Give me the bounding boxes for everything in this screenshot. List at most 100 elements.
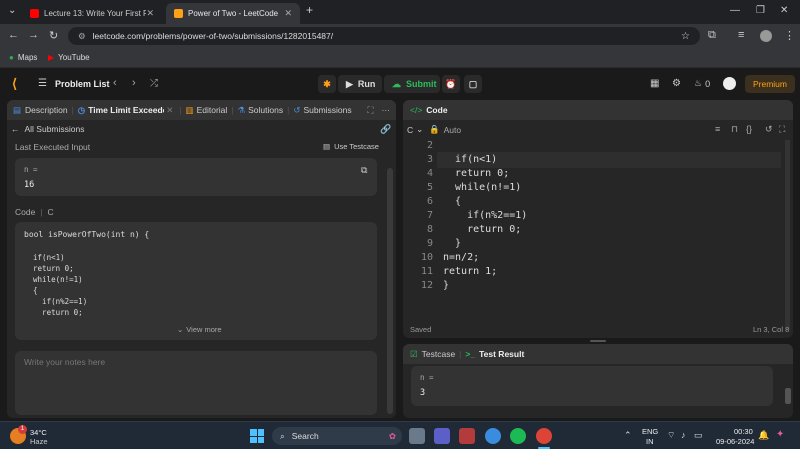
region-indicator: IN: [646, 437, 654, 446]
reload-icon[interactable]: ↻: [49, 29, 58, 42]
notification-bell-icon[interactable]: 🔔: [758, 430, 769, 441]
tab-submissions[interactable]: ↺ Submissions: [293, 105, 351, 116]
browser-tab-strip: ⌄ Lecture 13: Write Your First Pro ✕ Pow…: [0, 0, 800, 24]
input-label: n =: [24, 165, 38, 174]
bookmark-youtube[interactable]: ▶ YouTube: [48, 53, 90, 62]
submit-button[interactable]: ☁ Submit: [384, 75, 440, 93]
teams-icon[interactable]: [434, 428, 450, 444]
close-icon[interactable]: ✕: [284, 8, 292, 19]
chevron-up-icon[interactable]: ⌃: [624, 430, 632, 441]
notes-placeholder: Write your notes here: [24, 357, 106, 367]
close-icon[interactable]: ✕: [146, 8, 154, 19]
premium-button[interactable]: Premium: [745, 75, 795, 93]
language-select[interactable]: C ⌄: [407, 124, 423, 135]
browser-toolbar: ← → ↻ ⚙ leetcode.com/problems/power-of-t…: [0, 24, 800, 48]
back-icon[interactable]: ←: [8, 29, 19, 41]
bookmark-star-icon[interactable]: ☆: [681, 31, 690, 42]
tab-time-limit-exceeded[interactable]: ◷ Time Limit Exceeded: [78, 105, 164, 116]
prev-problem-icon[interactable]: ‹: [113, 77, 117, 89]
app-icon[interactable]: [459, 428, 475, 444]
terminal-icon: >_: [465, 349, 476, 359]
bug-icon: ✱: [323, 78, 331, 89]
left-panel: ▤ Description | ◷ Time Limit Exceeded ✕ …: [7, 100, 396, 418]
panel-resize-handle[interactable]: [590, 340, 606, 342]
copilot-icon[interactable]: ✦: [776, 429, 784, 440]
start-windows-icon[interactable]: [250, 429, 264, 443]
clock-time[interactable]: 00:30: [734, 427, 753, 436]
maps-icon: ●: [9, 53, 14, 62]
site-info-icon[interactable]: ⚙: [78, 31, 86, 42]
reset-icon[interactable]: ↺: [765, 124, 773, 135]
share-link-icon[interactable]: 🔗: [380, 124, 391, 135]
fullscreen-icon[interactable]: ⛶: [779, 124, 785, 135]
run-button[interactable]: ▶ Run: [338, 75, 382, 93]
layout-icon[interactable]: ▦: [650, 78, 659, 89]
volume-icon[interactable]: ♪: [681, 430, 686, 440]
braces-icon[interactable]: {}: [746, 124, 752, 134]
extensions-icon[interactable]: ⧉: [708, 29, 716, 42]
forward-icon[interactable]: →: [28, 29, 39, 41]
problem-list-link[interactable]: Problem List: [55, 79, 110, 89]
bookmark-maps[interactable]: ● Maps: [9, 53, 37, 62]
avatar[interactable]: [723, 77, 736, 90]
copy-icon[interactable]: ⧉: [361, 165, 367, 176]
debug-button[interactable]: ✱: [318, 75, 336, 93]
tab-testcase[interactable]: ☑ Testcase: [410, 349, 455, 360]
code-line: {: [443, 196, 462, 207]
new-tab-icon[interactable]: +: [306, 3, 313, 17]
menu-icon[interactable]: ⋮: [784, 29, 795, 42]
code-brackets-icon: </>: [410, 105, 423, 115]
timer-button[interactable]: ⏰: [442, 75, 460, 93]
auto-mode[interactable]: 🔒 Auto: [429, 124, 461, 135]
tab-editorial[interactable]: ▥ Editorial: [186, 105, 228, 116]
note-icon: ▢: [468, 78, 478, 89]
tab-description[interactable]: ▤ Description: [13, 105, 68, 116]
all-submissions-link[interactable]: ← All Submissions: [11, 124, 85, 134]
settings-gear-icon[interactable]: ⚙: [672, 78, 681, 89]
restore-icon[interactable]: ❐: [756, 5, 765, 16]
streak-counter[interactable]: ♨ 0: [694, 78, 710, 89]
tab-test-result[interactable]: >_ Test Result: [465, 349, 524, 359]
maximize-icon[interactable]: ⛶: [368, 105, 374, 116]
minimize-icon[interactable]: —: [730, 5, 740, 16]
leetcode-logo-icon[interactable]: ⟨: [12, 76, 17, 92]
address-bar[interactable]: ⚙ leetcode.com/problems/power-of-two/sub…: [68, 27, 700, 45]
use-testcase-button[interactable]: ▤ Use Testcase: [323, 142, 379, 151]
task-view-icon[interactable]: [409, 428, 425, 444]
media-icon[interactable]: ≡: [738, 29, 744, 41]
history-icon: ↺: [293, 104, 301, 115]
tab-label: Test Result: [479, 349, 525, 359]
window-close-icon[interactable]: ✕: [780, 5, 788, 16]
chrome-icon[interactable]: [536, 428, 552, 444]
run-label: Run: [357, 79, 376, 89]
app-icon[interactable]: [485, 428, 501, 444]
last-input-heading: Last Executed Input: [15, 142, 91, 152]
view-more-button[interactable]: ⌄ View more: [177, 325, 222, 334]
search-decor-icon: ✿: [388, 430, 396, 441]
shuffle-icon[interactable]: ⤮: [150, 78, 158, 89]
battery-icon[interactable]: ▭: [694, 430, 703, 441]
taskbar-search[interactable]: ⌕ Search ✿: [272, 427, 402, 445]
next-problem-icon[interactable]: ›: [132, 77, 136, 89]
editor-scrollbar[interactable]: [785, 140, 790, 330]
notes-button[interactable]: ▢: [464, 75, 482, 93]
left-scrollbar[interactable]: [387, 168, 393, 414]
result-scrollbar[interactable]: [785, 388, 791, 404]
profile-avatar[interactable]: [760, 30, 772, 42]
notification-badge: 1: [18, 425, 27, 434]
bookmark-icon[interactable]: ⊓: [731, 124, 738, 135]
tab-search-chevron-icon[interactable]: ⌄: [8, 5, 16, 16]
search-label: Search: [291, 431, 319, 441]
tab-lecture[interactable]: Lecture 13: Write Your First Pro ✕: [22, 3, 162, 24]
bookmark-label: YouTube: [58, 53, 90, 62]
spotify-icon[interactable]: [510, 428, 526, 444]
language-indicator[interactable]: ENG: [642, 427, 658, 436]
tab-leetcode[interactable]: Power of Two - LeetCode ✕: [166, 3, 300, 24]
tab-solutions[interactable]: ⚗ Solutions: [238, 105, 284, 116]
format-icon[interactable]: ≡: [715, 124, 720, 134]
notes-area[interactable]: Write your notes here: [15, 351, 377, 415]
more-icon[interactable]: ⋯: [382, 105, 391, 116]
code-editor[interactable]: 2 3 4 5 6 7 8 9 10 11 12 if(n<1) return …: [403, 138, 783, 298]
wifi-icon[interactable]: ⌔: [667, 430, 675, 441]
code-line: if(n%2==1): [443, 210, 528, 221]
